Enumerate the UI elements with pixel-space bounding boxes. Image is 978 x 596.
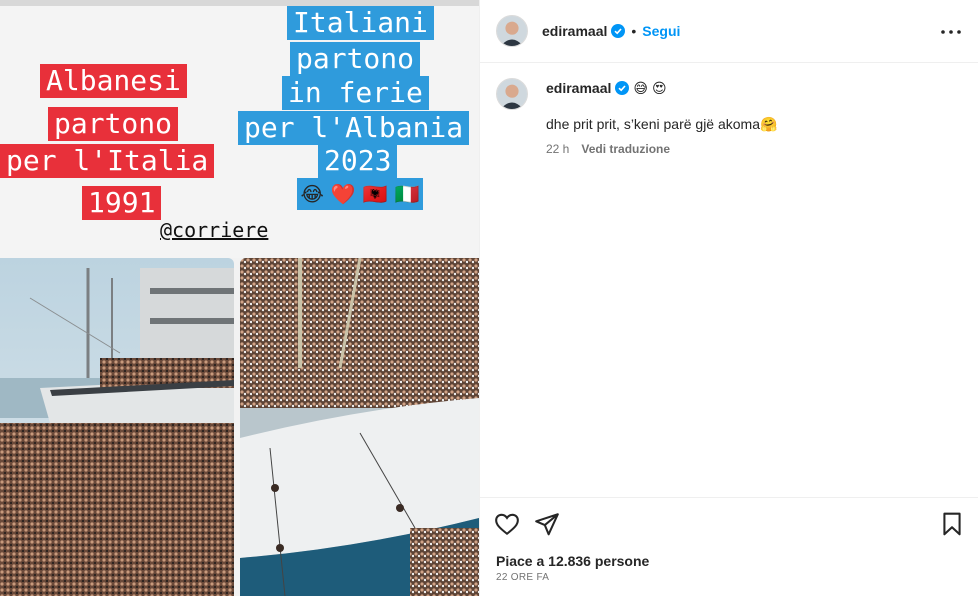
heart-emoji: ❤️ [330, 183, 356, 206]
sweat-smile-emoji: 😅 [633, 79, 648, 96]
comment-meta: 22 h Vedi traduzione [546, 142, 966, 156]
meme-caption-area: Albanesi partono per l'Italia 1991 Itali… [0, 0, 479, 258]
avatar[interactable] [496, 15, 528, 47]
heart-eyes-emoji: 😍 [651, 79, 667, 96]
verified-icon [611, 24, 626, 38]
caption-blue-line-2: partono [290, 42, 421, 76]
comment-avatar[interactable] [496, 78, 528, 110]
emoji-strip: 😂 ❤️ 🇦🇱 🇮🇹 [297, 178, 423, 210]
comment-userline: ediramaal 😅 😍 [546, 78, 966, 98]
see-translation-link[interactable]: Vedi traduzione [581, 142, 670, 156]
post-image[interactable]: Albanesi partono per l'Italia 1991 Itali… [0, 0, 479, 596]
post-timestamp[interactable]: 22 ORE FA [496, 572, 549, 583]
caption-red-line-1: Albanesi [40, 64, 187, 98]
header-username[interactable]: ediramaal [542, 23, 607, 39]
caption-blue-line-3: in ferie [282, 76, 429, 110]
comment-username[interactable]: ediramaal [546, 80, 611, 96]
comment-age[interactable]: 22 h [546, 142, 569, 156]
heart-icon[interactable] [494, 511, 520, 537]
verified-icon [615, 81, 630, 95]
corriere-handle: @corriere [160, 218, 269, 242]
header-separator: • [631, 23, 637, 39]
caption-blue-line-4: per l'Albania [238, 111, 470, 145]
comment-text: dhe prit prit, s’keni parë gjë akoma🤗 [546, 116, 778, 132]
caption-blue-line-1: Italiani [287, 6, 434, 40]
share-icon[interactable] [534, 511, 560, 537]
caption-red-line-3: per l'Italia [0, 144, 215, 178]
italy-flag-emoji: 🇮🇹 [394, 183, 420, 206]
follow-button[interactable]: Segui [642, 23, 680, 39]
action-bar [480, 497, 978, 549]
bookmark-icon[interactable] [939, 511, 965, 537]
comment-body: ediramaal 😅 😍 dhe prit prit, s’keni parë… [546, 78, 966, 157]
post-side-panel: ediramaal • Segui ediramaal 😅 😍 dhe prit… [479, 0, 978, 596]
caption-red-line-4: 1991 [82, 186, 162, 220]
post-header: ediramaal • Segui [480, 0, 978, 63]
caption-red-line-2: partono [48, 107, 179, 141]
photo-ship-2023 [240, 258, 479, 596]
photo-ship-1991 [0, 258, 234, 596]
likes-count[interactable]: Piace a 12.836 persone [496, 553, 649, 569]
laughing-emoji: 😂 [300, 183, 324, 206]
albania-flag-emoji: 🇦🇱 [362, 183, 388, 206]
caption-blue-line-5: 2023 [318, 144, 398, 178]
more-options-icon[interactable] [939, 22, 963, 42]
